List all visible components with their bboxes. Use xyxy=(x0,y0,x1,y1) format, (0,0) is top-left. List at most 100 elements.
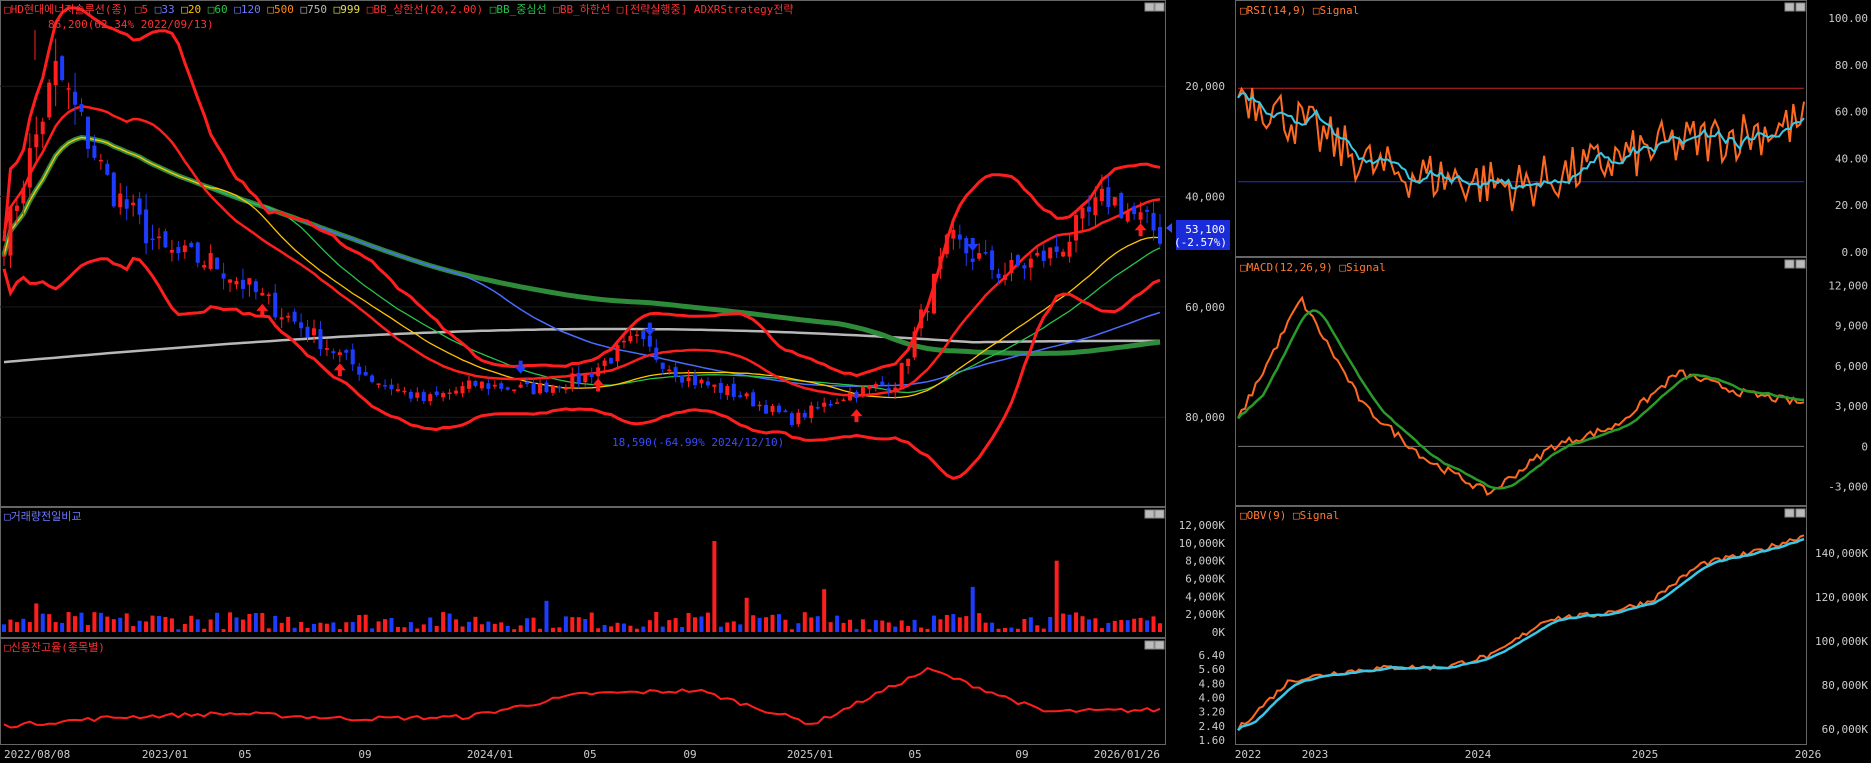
candle-body xyxy=(718,382,723,393)
candle-body xyxy=(234,280,239,285)
volume-bar xyxy=(27,622,32,632)
volume-bar xyxy=(725,622,730,632)
candle-body xyxy=(906,358,911,367)
candle-body xyxy=(240,279,245,289)
macd-panel-maximize-button[interactable] xyxy=(1795,259,1806,269)
volume-panel-maximize-button[interactable] xyxy=(1154,509,1165,519)
candle-body xyxy=(660,362,665,369)
volume-bar xyxy=(673,618,678,632)
volume-bar xyxy=(331,622,336,632)
candle-body xyxy=(402,390,407,393)
macd-panel-minimize-button[interactable] xyxy=(1784,259,1795,269)
volume-bar xyxy=(744,597,749,632)
obv-panel-minimize-button[interactable] xyxy=(1784,508,1795,518)
candle-body xyxy=(27,148,32,188)
main-panel-maximize-button[interactable] xyxy=(1154,2,1165,12)
volume-bar xyxy=(279,622,284,632)
candle-body xyxy=(1061,251,1066,257)
candle-body xyxy=(85,116,90,149)
candle-body xyxy=(53,60,58,86)
candle-body xyxy=(893,387,898,393)
volume-bar xyxy=(531,617,536,632)
candle-body xyxy=(1125,211,1130,222)
volume-chart[interactable] xyxy=(2,541,1162,632)
volume-bar xyxy=(796,623,801,632)
volume-bar xyxy=(738,624,743,632)
credit-panel-maximize-button[interactable] xyxy=(1154,640,1165,650)
candle-body xyxy=(641,331,646,340)
volume-bar xyxy=(1132,618,1137,632)
bollinger-upper-line xyxy=(2,6,1161,378)
volume-axis-tick: 10,000K xyxy=(1179,537,1226,550)
volume-axis-tick: 6,000K xyxy=(1185,573,1225,586)
rsi-panel-minimize-button[interactable] xyxy=(1784,2,1795,12)
volume-bar xyxy=(964,616,969,632)
volume-bar xyxy=(395,626,400,632)
panel-buttons[interactable] xyxy=(1144,2,1806,650)
candle-body xyxy=(34,134,39,148)
obv-chart[interactable] xyxy=(1237,534,1805,732)
volume-bar xyxy=(1009,627,1014,632)
volume-bar xyxy=(215,612,220,632)
volume-bar xyxy=(783,619,788,632)
candle-body xyxy=(318,329,323,350)
axis-labels: 80,000 60,000 40,000 20,000 12,000K 10,000K 8,… xyxy=(4,12,1868,761)
volume-bar xyxy=(654,612,659,632)
volume-bar xyxy=(305,627,310,632)
macd-legend: □MACD(12,26,9) □Signal xyxy=(1240,261,1386,274)
volume-bar xyxy=(1080,616,1085,632)
candle-body xyxy=(1132,206,1137,215)
candle-body xyxy=(1022,265,1027,269)
volume-bar xyxy=(182,624,187,632)
volume-bar xyxy=(202,628,207,632)
volume-bar xyxy=(1061,613,1066,632)
candle-body xyxy=(66,88,71,90)
volume-bar xyxy=(1125,620,1130,632)
candle-body xyxy=(841,399,846,402)
volume-bar xyxy=(34,603,39,632)
rsi-axis-tick: 100.00 xyxy=(1828,12,1868,25)
candle-body xyxy=(105,163,110,175)
volume-panel-minimize-button[interactable] xyxy=(1144,509,1155,519)
candle-body xyxy=(144,209,149,244)
volume-bar xyxy=(1086,619,1091,632)
price-chart[interactable] xyxy=(0,6,1165,481)
volume-panel-frame xyxy=(0,507,1166,638)
candle-body xyxy=(705,381,710,386)
macd-chart[interactable] xyxy=(1237,295,1805,496)
candle-body xyxy=(570,373,575,389)
candle-body xyxy=(395,389,400,392)
credit-panel-minimize-button[interactable] xyxy=(1144,640,1155,650)
sell-signal-arrow xyxy=(966,237,979,251)
main-panel-minimize-button[interactable] xyxy=(1144,2,1155,12)
volume-bar xyxy=(221,629,226,632)
volume-bar xyxy=(718,626,723,632)
candle-body xyxy=(699,379,704,384)
volume-bar xyxy=(260,612,265,632)
obv-panel-maximize-button[interactable] xyxy=(1795,508,1806,518)
legend-item: □750 xyxy=(294,3,327,16)
volume-bar xyxy=(389,618,394,632)
legend-item: □999 xyxy=(327,3,360,16)
volume-bar xyxy=(951,614,956,632)
candle-body xyxy=(789,413,794,426)
candle-body xyxy=(809,405,814,419)
obv-axis-tick: 100,000K xyxy=(1815,635,1868,648)
volume-bar xyxy=(247,613,252,632)
candle-body xyxy=(434,391,439,396)
x-axis-label: 2023/01 xyxy=(142,748,188,761)
candle-body xyxy=(1138,212,1143,220)
rsi-panel-maximize-button[interactable] xyxy=(1795,2,1806,12)
credit-ratio-chart[interactable] xyxy=(3,666,1161,729)
volume-bar xyxy=(931,615,936,632)
candle-body xyxy=(873,383,878,388)
candle-body xyxy=(557,386,562,389)
candle-body xyxy=(1106,187,1111,208)
candle-body xyxy=(156,236,161,239)
macd-axis-tick: 6,000 xyxy=(1835,360,1868,373)
volume-bar xyxy=(234,617,239,632)
rsi-chart[interactable] xyxy=(1237,86,1805,212)
volume-bar xyxy=(240,619,245,632)
volume-bar xyxy=(634,628,639,632)
candle-body xyxy=(1158,227,1162,244)
